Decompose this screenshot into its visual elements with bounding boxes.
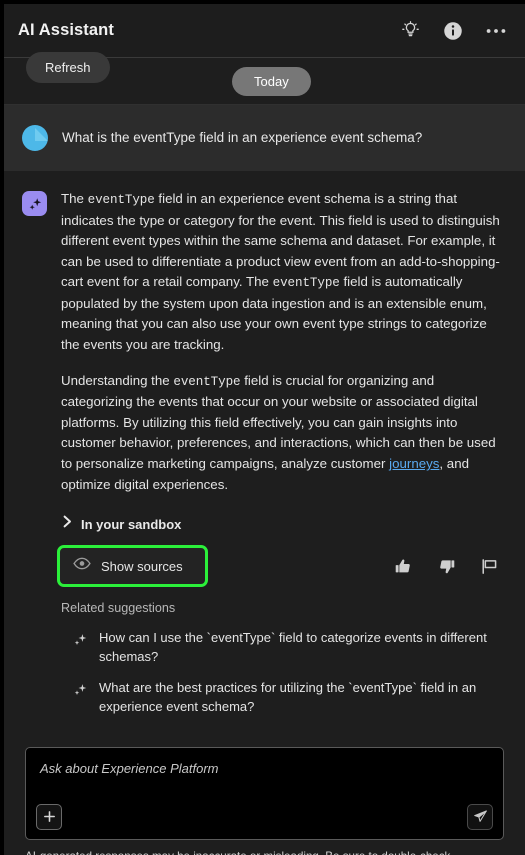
conversation-toolbar: Refresh Today bbox=[4, 52, 525, 105]
panel-header: AI Assistant bbox=[4, 4, 525, 58]
thumbs-down-icon[interactable] bbox=[437, 557, 456, 576]
suggestion-item-1[interactable]: How can I use the `eventType` field to c… bbox=[61, 623, 507, 673]
message-actions: Show sources bbox=[57, 545, 507, 588]
lightbulb-icon[interactable] bbox=[399, 20, 421, 42]
related-suggestions-title: Related suggestions bbox=[61, 601, 176, 616]
attach-button[interactable] bbox=[36, 803, 62, 830]
message-input-placeholder[interactable]: Ask about Experience Platform bbox=[40, 761, 489, 776]
sparkle-icon bbox=[72, 632, 88, 653]
date-divider-today: Today bbox=[232, 67, 311, 96]
thumbs-up-icon[interactable] bbox=[394, 557, 413, 576]
eye-icon bbox=[73, 557, 91, 575]
composer-box[interactable]: Ask about Experience Platform bbox=[25, 746, 504, 840]
sandbox-label: In your sandbox bbox=[81, 516, 182, 532]
header-actions bbox=[399, 20, 507, 42]
suggestion-text: How can I use the `eventType` field to c… bbox=[99, 630, 487, 665]
ai-disclaimer: AI-generated responses may be inaccurate… bbox=[4, 840, 525, 855]
journeys-link[interactable]: journeys bbox=[389, 456, 439, 471]
code-eventtype-1: eventType bbox=[87, 193, 155, 207]
user-message: What is the eventType field in an experi… bbox=[4, 105, 525, 171]
para1-text-a: The bbox=[61, 191, 88, 206]
more-options-icon[interactable] bbox=[485, 20, 507, 42]
composer-area: Ask about Experience Platform bbox=[4, 729, 525, 840]
code-eventtype-3: eventType bbox=[173, 374, 241, 389]
user-message-text: What is the eventType field in an experi… bbox=[62, 129, 423, 145]
assistant-paragraph-1: The eventType field in an experience eve… bbox=[61, 189, 507, 356]
flag-icon[interactable] bbox=[480, 557, 499, 576]
code-eventtype-2: eventType bbox=[272, 276, 340, 291]
info-icon[interactable] bbox=[442, 20, 464, 42]
user-avatar bbox=[22, 125, 48, 151]
ai-assistant-panel: AI Assistant Refresh Today What is the e… bbox=[4, 4, 525, 855]
sparkle-icon bbox=[72, 682, 88, 703]
show-sources-label: Show sources bbox=[101, 558, 183, 574]
show-sources-button[interactable]: Show sources bbox=[57, 545, 208, 588]
assistant-message-body: The eventType field in an experience eve… bbox=[57, 189, 507, 723]
send-button[interactable] bbox=[467, 803, 493, 830]
assistant-message: The eventType field in an experience eve… bbox=[4, 171, 525, 729]
chevron-right-icon bbox=[63, 515, 72, 533]
para2-text-a: Understanding the bbox=[61, 372, 174, 388]
suggestion-item-2[interactable]: What are the best practices for utilizin… bbox=[61, 673, 507, 723]
feedback-actions bbox=[394, 557, 507, 576]
assistant-sparkle-avatar bbox=[22, 191, 47, 216]
page-title: AI Assistant bbox=[18, 21, 114, 39]
conversation: What is the eventType field in an experi… bbox=[4, 105, 525, 729]
suggestion-text: What are the best practices for utilizin… bbox=[99, 679, 477, 714]
sandbox-disclosure[interactable]: In your sandbox bbox=[63, 515, 181, 533]
refresh-button[interactable]: Refresh bbox=[26, 52, 110, 83]
assistant-paragraph-2: Understanding the eventType field is cru… bbox=[61, 371, 507, 496]
